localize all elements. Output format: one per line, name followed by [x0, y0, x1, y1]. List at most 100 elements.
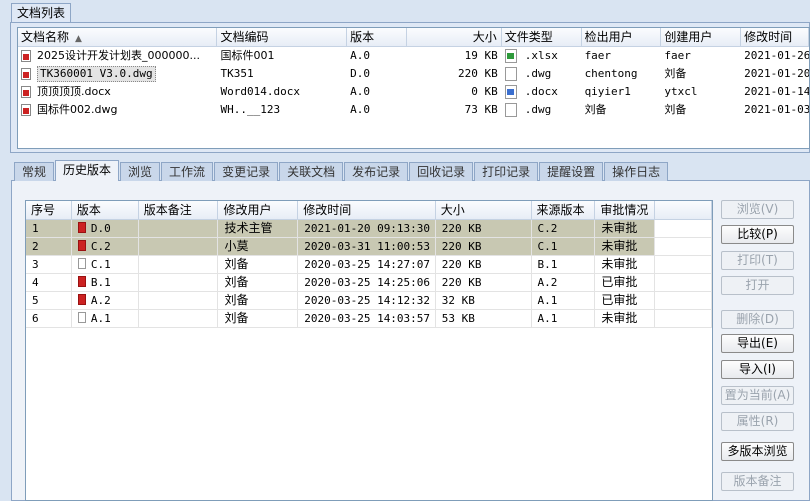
cell-source: B.1	[532, 256, 596, 273]
table-row[interactable]: 5 A.2 刘备 2020-03-25 14:12:32 32 KB A.1 已…	[26, 292, 712, 310]
document-list: 文档名称 ▲ 文档编码 版本 大小 文件类型 检出用户 创建用户 修改时间 202…	[17, 27, 810, 149]
column-header-creator[interactable]: 创建用户	[661, 28, 742, 46]
dwg-file-icon	[77, 276, 86, 287]
column-header-checkout[interactable]: 检出用户	[582, 28, 662, 46]
cell-user: 刘备	[218, 256, 299, 273]
column-header-user[interactable]: 修改用户	[218, 201, 299, 219]
export-button[interactable]: 导出(E)	[721, 334, 794, 353]
doc-name: 2025设计开发计划表_000000...	[37, 49, 200, 62]
properties-button[interactable]: 属性(R)	[721, 412, 794, 431]
cell-blank	[655, 256, 712, 273]
tab-release-log[interactable]: 发布记录	[344, 162, 409, 181]
tab-history-versions[interactable]: 历史版本	[55, 160, 120, 181]
list-item[interactable]: 国标件002.dwg WH..__123 A.0 73 KB .dwg 刘备 刘…	[18, 101, 809, 119]
cell-blank	[655, 310, 712, 327]
cell-user: 技术主管	[218, 220, 299, 237]
cell-version: B.1	[90, 276, 111, 289]
tab-operation-log[interactable]: 操作日志	[604, 162, 669, 181]
cell-version: D.0	[90, 222, 111, 235]
cell-version: C.1	[90, 258, 111, 271]
dwg-icon	[504, 103, 517, 117]
column-header-version[interactable]: 版本	[72, 201, 139, 219]
tab-change-log[interactable]: 变更记录	[214, 162, 279, 181]
multi-version-browse-button[interactable]: 多版本浏览	[721, 442, 794, 461]
tab-browse[interactable]: 浏览	[120, 162, 161, 181]
column-header-blank	[655, 201, 712, 219]
table-row[interactable]: 6 A.1 刘备 2020-03-25 14:03:57 53 KB A.1 未…	[26, 310, 712, 328]
browse-button[interactable]: 浏览(V)	[721, 200, 794, 219]
doc-creator: 刘备	[664, 67, 687, 80]
column-header-time[interactable]: 修改时间	[298, 201, 436, 219]
cell-approval: 未审批	[595, 256, 656, 273]
tab-recycle-log[interactable]: 回收记录	[409, 162, 474, 181]
file-icon	[77, 312, 86, 323]
column-header-type[interactable]: 文件类型	[502, 28, 582, 46]
tab-related-docs[interactable]: 关联文档	[279, 162, 344, 181]
doc-name: 国标件002.dwg	[37, 103, 118, 116]
column-header-size[interactable]: 大小	[436, 201, 532, 219]
doc-type: .xlsx	[524, 49, 558, 62]
cell-size: 220 KB	[435, 220, 532, 237]
tab-workflow[interactable]: 工作流	[161, 162, 214, 181]
column-header-no[interactable]: 序号	[26, 201, 72, 219]
cell-size: 32 KB	[436, 292, 532, 309]
list-item[interactable]: 顶顶顶顶.docx Word014.docx A.0 0 KB .docx qi…	[18, 83, 809, 101]
dwg-file-icon	[21, 104, 31, 116]
print-button[interactable]: 打印(T)	[721, 251, 794, 270]
cell-user: 刘备	[218, 274, 299, 291]
column-header-remark[interactable]: 版本备注	[139, 201, 219, 219]
table-row[interactable]: 1 D.0 技术主管 2021-01-20 09:13:30 220 KB C.…	[26, 220, 712, 238]
cell-user: 刘备	[218, 310, 299, 327]
column-header-version[interactable]: 版本	[347, 28, 408, 46]
document-list-header: 文档名称 ▲ 文档编码 版本 大小 文件类型 检出用户 创建用户 修改时间	[18, 28, 809, 47]
tab-general[interactable]: 常规	[14, 162, 55, 181]
cell-size: 220 KB	[436, 256, 532, 273]
tab-reminder-settings[interactable]: 提醒设置	[539, 162, 604, 181]
cell-remark	[139, 274, 219, 291]
doc-size: 0 KB	[471, 85, 498, 98]
column-header-modified[interactable]: 修改时间	[741, 28, 809, 46]
tab-print-log[interactable]: 打印记录	[474, 162, 539, 181]
open-button[interactable]: 打开	[721, 276, 794, 295]
column-header-approval[interactable]: 审批情况	[595, 201, 656, 219]
cell-user: 小莫	[218, 238, 299, 255]
table-row[interactable]: 4 B.1 刘备 2020-03-25 14:25:06 220 KB A.2 …	[26, 274, 712, 292]
column-header-name[interactable]: 文档名称 ▲	[18, 28, 218, 46]
doc-type: .docx	[524, 85, 558, 98]
compare-button[interactable]: 比较(P)	[721, 225, 794, 244]
list-item[interactable]: 2025设计开发计划表_000000... 国标件001 A.0 19 KB .…	[18, 47, 809, 65]
doc-type: .dwg	[524, 103, 552, 116]
cell-no: 1	[26, 220, 72, 237]
delete-button[interactable]: 删除(D)	[721, 310, 794, 329]
cell-approval: 未审批	[595, 220, 656, 237]
doc-type: .dwg	[524, 67, 552, 80]
dwg-file-icon	[21, 68, 31, 80]
cell-source: A.2	[532, 274, 596, 291]
cell-time: 2020-03-25 14:27:07	[298, 256, 436, 273]
cell-user: 刘备	[218, 292, 299, 309]
version-note-button[interactable]: 版本备注	[721, 472, 794, 491]
column-header-size[interactable]: 大小	[407, 28, 502, 46]
cell-remark	[138, 220, 219, 237]
file-icon	[77, 258, 86, 269]
import-button[interactable]: 导入(I)	[721, 360, 794, 379]
doc-code: 国标件001	[220, 49, 275, 62]
cell-no: 6	[26, 310, 72, 327]
cell-source: C.1	[531, 238, 596, 255]
docx-icon	[504, 85, 517, 99]
table-row[interactable]: 3 C.1 刘备 2020-03-25 14:27:07 220 KB B.1 …	[26, 256, 712, 274]
set-current-button[interactable]: 置为当前(A)	[721, 386, 794, 405]
doc-size: 220 KB	[458, 67, 498, 80]
doc-checkout-user: faer	[584, 49, 612, 62]
table-row[interactable]: 2 C.2 小莫 2020-03-31 11:00:53 220 KB C.1 …	[26, 238, 712, 256]
dwg-file-icon	[21, 50, 31, 62]
cell-remark	[139, 310, 219, 327]
cell-remark	[138, 238, 219, 255]
column-header-code[interactable]: 文档编码	[217, 28, 348, 46]
list-item[interactable]: TK360001 V3.0.dwg TK351 D.0 220 KB .dwg …	[18, 65, 809, 83]
cell-no: 2	[26, 238, 72, 255]
doc-version: A.0	[350, 103, 371, 116]
tab-document-list[interactable]: 文档列表	[11, 3, 72, 23]
doc-modified: 2021-01-03 17	[744, 103, 809, 116]
column-header-source[interactable]: 来源版本	[532, 201, 596, 219]
